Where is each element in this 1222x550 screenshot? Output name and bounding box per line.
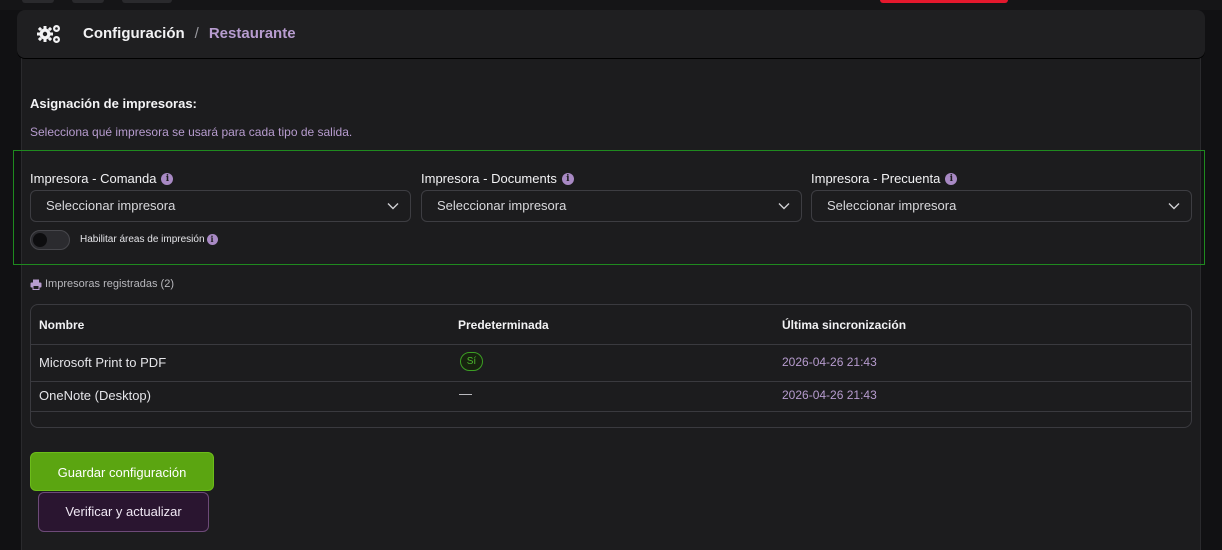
comanda-label-text: Impresora - Comanda bbox=[30, 171, 157, 186]
documents-select-value: Seleccionar impresora bbox=[437, 198, 567, 213]
precuenta-select-value: Seleccionar impresora bbox=[827, 198, 957, 213]
default-badge: Sí bbox=[460, 352, 483, 371]
header-divider bbox=[31, 344, 1191, 345]
comanda-label: Impresora - Comanda i bbox=[30, 171, 174, 186]
column-header-sync[interactable]: Última sincronización bbox=[782, 318, 906, 332]
top-tab-2[interactable] bbox=[72, 0, 104, 3]
toggle-knob bbox=[33, 233, 47, 247]
column-header-default[interactable]: Predeterminada bbox=[458, 318, 549, 332]
print-areas-toggle[interactable] bbox=[30, 230, 70, 250]
column-header-name[interactable]: Nombre bbox=[39, 318, 84, 332]
printers-table: Nombre Predeterminada Última sincronizac… bbox=[30, 304, 1192, 428]
breadcrumb: Configuración / Restaurante bbox=[83, 25, 296, 42]
row-1-sync: 2026-04-26 21:43 bbox=[782, 355, 877, 369]
precuenta-label: Impresora - Precuenta i bbox=[811, 171, 958, 186]
row-divider bbox=[31, 381, 1191, 382]
chevron-down-icon bbox=[1168, 203, 1180, 210]
gears-icon bbox=[37, 25, 60, 43]
precuenta-label-text: Impresora - Precuenta bbox=[811, 171, 941, 186]
row-1-name: Microsoft Print to PDF bbox=[39, 355, 167, 370]
row-divider bbox=[31, 411, 1191, 412]
top-alert-button[interactable] bbox=[880, 0, 1008, 3]
info-icon[interactable]: i bbox=[561, 172, 574, 185]
precuenta-printer-select[interactable]: Seleccionar impresora bbox=[811, 190, 1192, 222]
print-areas-label: Habilitar áreas de impresión i bbox=[80, 234, 218, 245]
assignment-title: Asignación de impresoras: bbox=[30, 96, 197, 111]
breadcrumb-section[interactable]: Configuración bbox=[83, 25, 185, 42]
page-header: Configuración / Restaurante bbox=[17, 10, 1205, 58]
registered-printers-title: Impresoras registradas (2) bbox=[45, 278, 174, 290]
registered-printers-heading: Impresoras registradas (2) bbox=[30, 278, 174, 290]
top-tab-1[interactable] bbox=[22, 0, 54, 3]
breadcrumb-current: Restaurante bbox=[208, 25, 296, 42]
top-tab-3[interactable] bbox=[122, 0, 172, 3]
print-areas-label-text: Habilitar áreas de impresión bbox=[80, 234, 205, 245]
row-2-default: — bbox=[459, 386, 472, 401]
row-2-sync: 2026-04-26 21:43 bbox=[782, 388, 877, 402]
breadcrumb-separator: / bbox=[194, 25, 199, 42]
comanda-printer-select[interactable]: Seleccionar impresora bbox=[30, 190, 411, 222]
chevron-down-icon bbox=[387, 203, 399, 210]
chevron-down-icon bbox=[778, 203, 790, 210]
printer-icon bbox=[30, 279, 42, 290]
top-strip bbox=[0, 0, 1222, 10]
assignment-subtitle: Selecciona qué impresora se usará para c… bbox=[30, 125, 353, 139]
info-icon[interactable]: i bbox=[945, 172, 958, 185]
documents-label-text: Impresora - Documents bbox=[421, 171, 557, 186]
info-icon[interactable]: i bbox=[161, 172, 174, 185]
comanda-select-value: Seleccionar impresora bbox=[46, 198, 176, 213]
save-config-button[interactable]: Guardar configuración bbox=[30, 452, 214, 491]
verify-update-button[interactable]: Verificar y actualizar bbox=[38, 492, 209, 532]
row-2-name: OneNote (Desktop) bbox=[39, 388, 151, 403]
documents-label: Impresora - Documents i bbox=[421, 171, 574, 186]
documents-printer-select[interactable]: Seleccionar impresora bbox=[421, 190, 802, 222]
info-icon[interactable]: i bbox=[206, 234, 218, 245]
